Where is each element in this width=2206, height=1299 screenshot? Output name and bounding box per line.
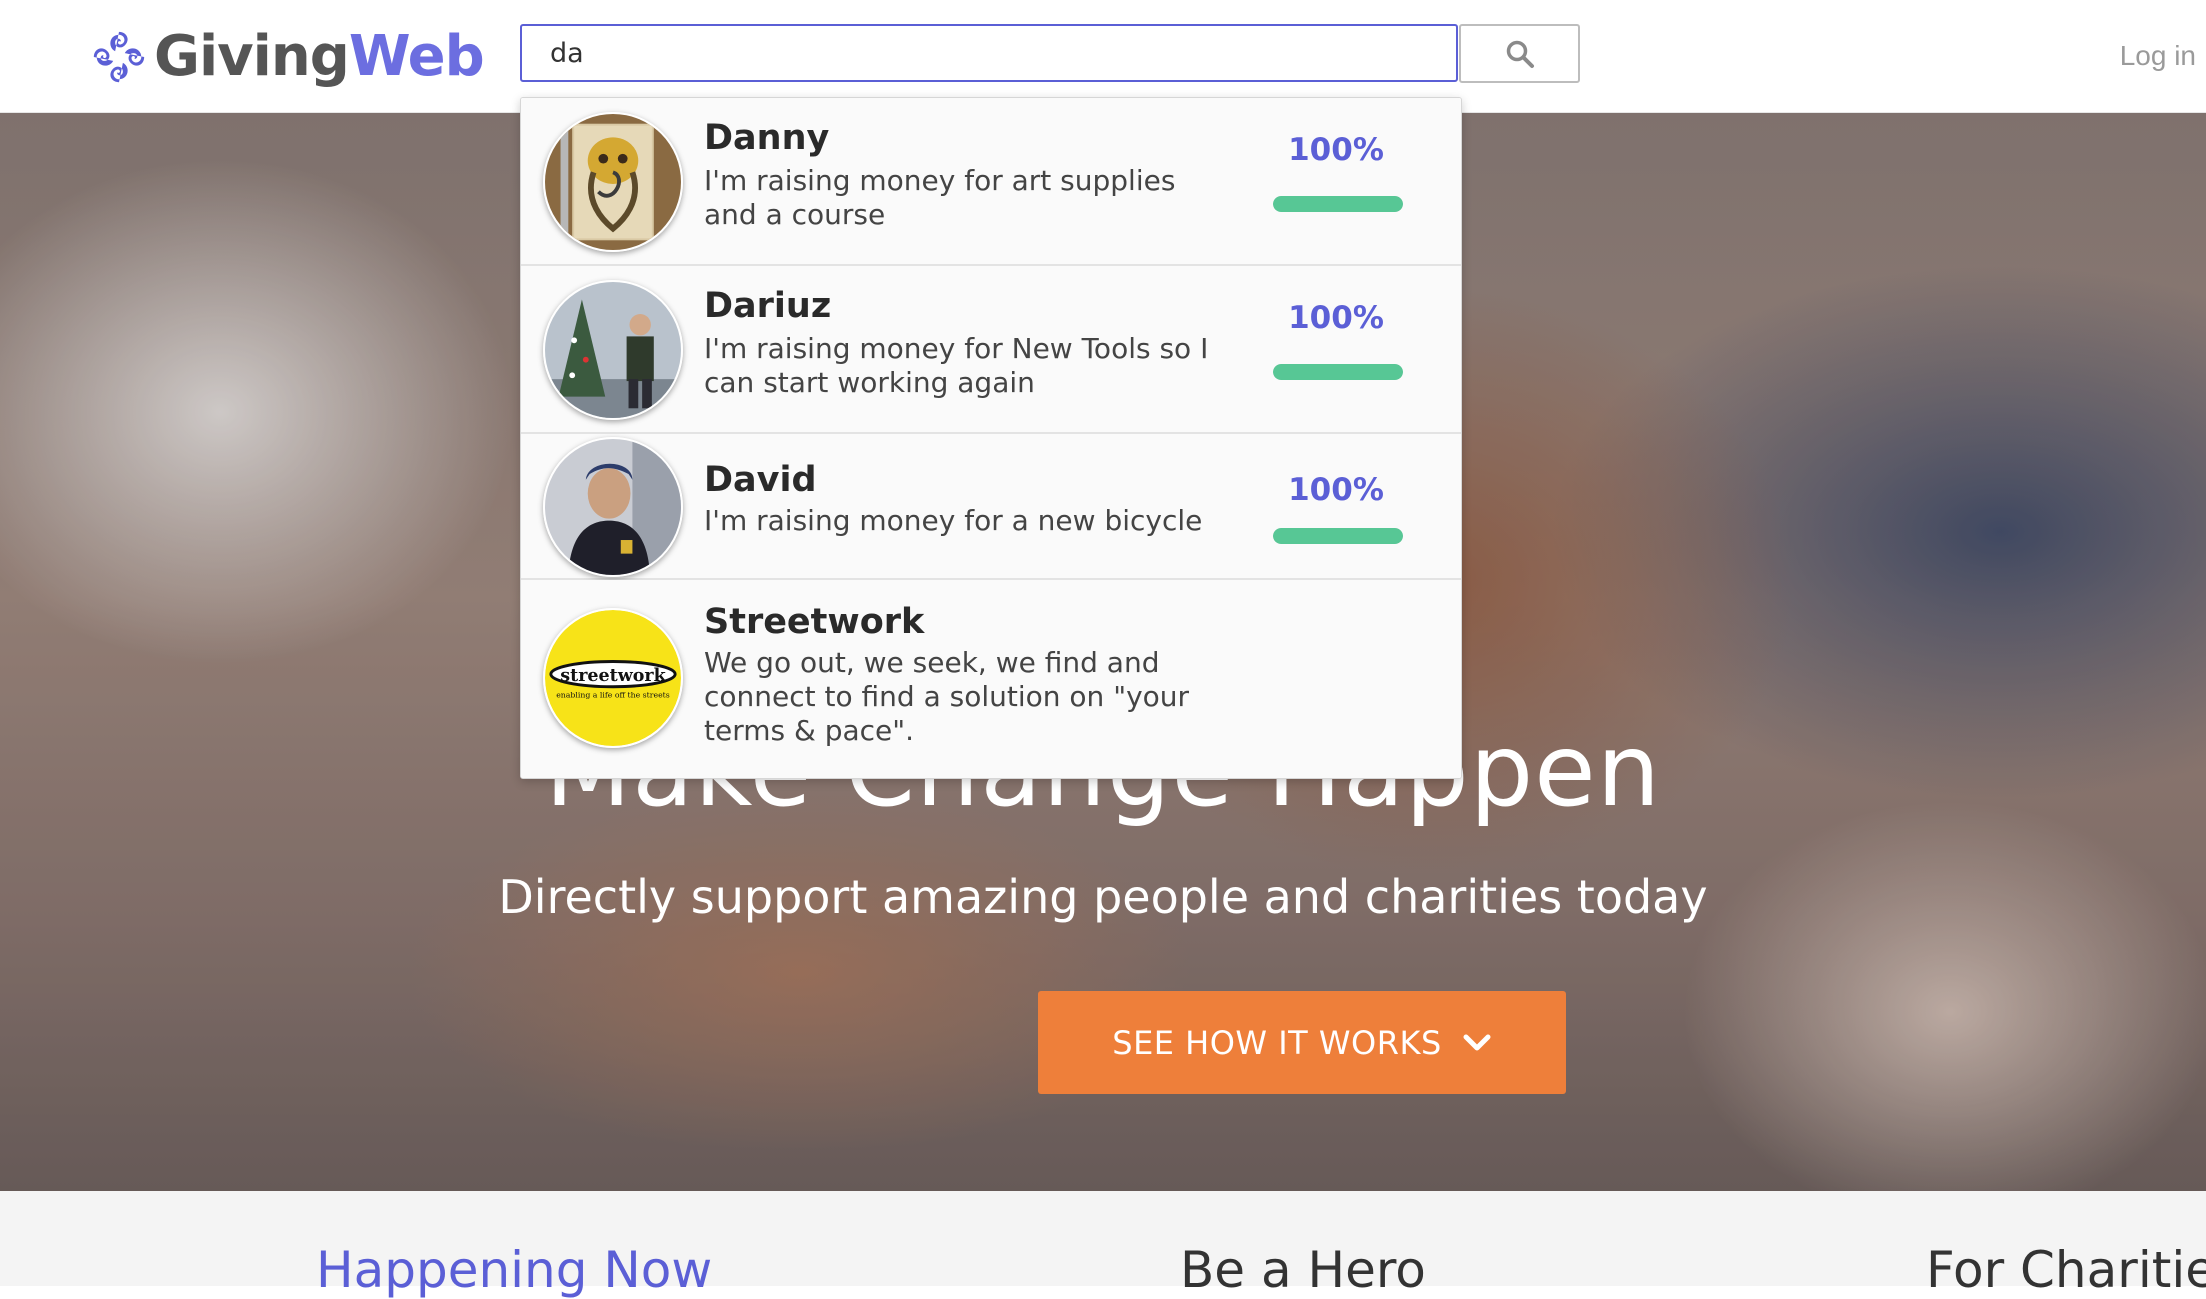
hero-subtitle: Directly support amazing people and char… [498, 870, 1708, 924]
search-icon [1506, 40, 1534, 68]
search-results-dropdown: Danny I'm raising money for art supplies… [520, 97, 1462, 779]
search-result-item[interactable]: streetwork enabling a life off the stree… [521, 580, 1461, 778]
login-link[interactable]: Log in [2120, 40, 2196, 72]
section-for-charities[interactable]: For Charities [1926, 1241, 2206, 1299]
cta-label: SEE HOW IT WORKS [1112, 1023, 1442, 1062]
see-how-it-works-button[interactable]: SEE HOW IT WORKS [1038, 991, 1566, 1094]
avatar [543, 437, 683, 577]
search-result-item[interactable]: Dariuz I'm raising money for New Tools s… [521, 266, 1461, 434]
streetwork-logo-tagline: enabling a life off the streets [556, 690, 670, 699]
givingweb-logo[interactable]: GivingWeb [88, 22, 485, 92]
result-description: I'm raising money for art supplies and a… [704, 164, 1176, 231]
result-name: Danny [704, 118, 830, 158]
result-percent: 100% [1288, 472, 1384, 508]
givingweb-logo-icon [93, 31, 145, 83]
streetwork-logo-text: streetwork [560, 666, 666, 686]
search-result-item[interactable]: David I'm raising money for a new bicycl… [521, 434, 1461, 580]
result-percent: 100% [1288, 300, 1384, 336]
search-button[interactable] [1459, 24, 1580, 83]
progress-bar [1273, 528, 1403, 544]
avatar [543, 112, 683, 252]
chevron-down-icon [1462, 1032, 1492, 1054]
logo-text-web: Web [348, 24, 485, 89]
section-happening-now[interactable]: Happening Now [316, 1241, 712, 1299]
sections-strip: Happening Now Be a Hero For Charities [0, 1191, 2206, 1299]
result-description: I'm raising money for a new bicycle [704, 504, 1203, 537]
progress-bar-fill [1273, 364, 1403, 380]
progress-bar-fill [1273, 528, 1403, 544]
search-input[interactable] [520, 24, 1458, 82]
progress-bar-fill [1273, 196, 1403, 212]
result-percent: 100% [1288, 132, 1384, 168]
search-result-item[interactable]: Danny I'm raising money for art supplies… [521, 98, 1461, 266]
avatar [543, 280, 683, 420]
logo-wordmark: GivingWeb [154, 22, 485, 92]
result-name: Streetwork [704, 602, 925, 642]
streetwork-logo: streetwork enabling a life off the stree… [543, 608, 683, 748]
result-description: We go out, we seek, we find and connect … [704, 646, 1190, 747]
progress-bar [1273, 364, 1403, 380]
logo-text-giving: Giving [154, 24, 350, 89]
result-name: David [704, 460, 817, 500]
result-description: I'm raising money for New Tools so I can… [704, 332, 1209, 399]
progress-bar [1273, 196, 1403, 212]
result-name: Dariuz [704, 286, 832, 326]
section-be-a-hero[interactable]: Be a Hero [1180, 1241, 1426, 1299]
